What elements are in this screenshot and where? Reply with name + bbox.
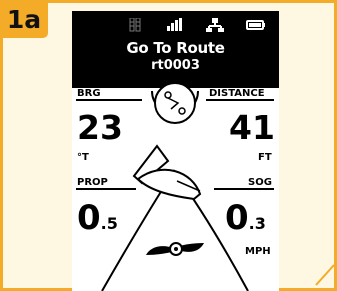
heading-graphic xyxy=(101,82,249,291)
device-screen: Go To Route rt0003 BRG DISTANCE 23 41 °T… xyxy=(72,11,279,291)
route-waypoint-icon xyxy=(151,82,199,124)
trolling-motor-icon xyxy=(132,144,202,201)
propeller-icon xyxy=(146,242,204,256)
